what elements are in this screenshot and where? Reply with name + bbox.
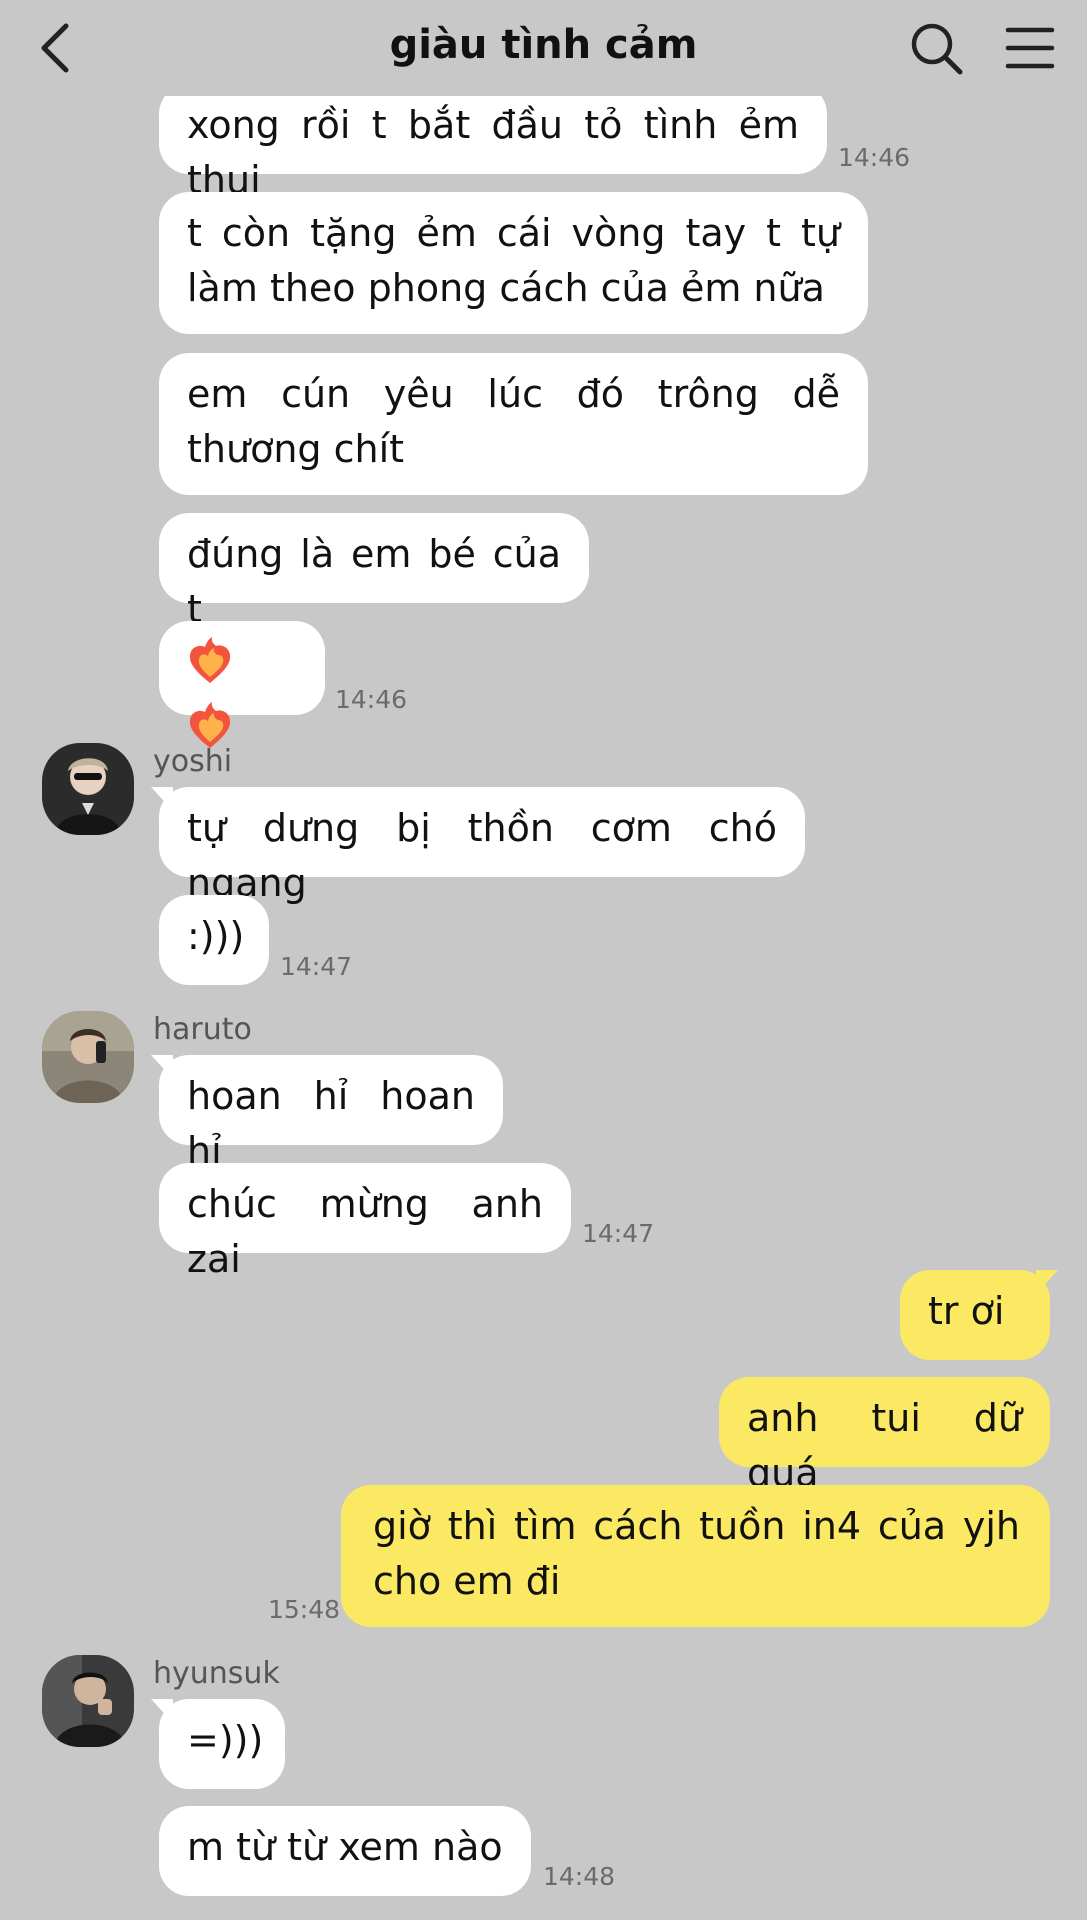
message-bubble[interactable]: t còn tặng ẻm cái vòng tay t tự làm theo… [159,192,868,334]
message-text: em cún yêu lúc đó trông dễ thương chít [187,372,840,471]
message-text: hoan hỉ hoan hỉ [187,1074,475,1173]
message-text: t còn tặng ẻm cái vòng tay t tự làm theo… [187,211,840,310]
message-text: giờ thì tìm cách tuồn in4 của yjh cho em… [373,1504,1020,1603]
message-time: 14:46 [335,685,408,714]
my-message-bubble[interactable]: anh tui dữ quá [719,1377,1050,1495]
message-bubble[interactable]: hoan hỉ hoan hỉ [151,1055,503,1173]
message-time: 15:48 [268,1595,341,1624]
emoji-message-bubble[interactable] [159,621,325,748]
message-bubble[interactable]: tự dưng bị thồn cơm chó ngang [151,787,805,905]
message-text: đúng là em bé của t [187,532,561,631]
message-text: tr ơi [928,1289,1005,1333]
search-icon [911,23,963,75]
chat-header: giàu tình cảm [0,0,1087,96]
menu-button[interactable] [1004,22,1056,74]
my-message-bubble[interactable]: tr ơi [900,1270,1058,1360]
message-time: 14:47 [582,1219,655,1248]
sender-name: haruto [153,1012,252,1047]
message-text: tự dưng bị thồn cơm chó ngang [187,806,777,905]
avatar[interactable] [42,1011,134,1103]
search-button[interactable] [908,20,964,76]
message-text: m từ từ xem nào [187,1825,503,1869]
message-time: 14:48 [543,1862,616,1891]
message-time: 14:46 [838,143,911,172]
message-bubble[interactable]: :))) [159,895,269,985]
message-text: =))) [187,1718,264,1762]
message-bubble[interactable]: =))) [151,1699,285,1789]
hamburger-menu-icon [1005,27,1055,69]
avatar[interactable] [42,743,134,835]
message-bubble[interactable]: em cún yêu lúc đó trông dễ thương chít [159,353,868,495]
message-bubble[interactable]: xong rồi t bắt đầu tỏ tình ẻm thui [159,84,827,202]
message-text: anh tui dữ quá [747,1396,1022,1495]
sender-name: hyunsuk [153,1656,280,1691]
message-time: 14:47 [280,952,353,981]
message-text: chúc mừng anh zai [187,1182,543,1281]
message-text: xong rồi t bắt đầu tỏ tình ẻm thui [187,103,799,202]
my-message-bubble[interactable]: giờ thì tìm cách tuồn in4 của yjh cho em… [341,1485,1050,1627]
heart-on-fire-emoji [187,637,233,702]
message-bubble[interactable]: chúc mừng anh zai [159,1163,571,1281]
avatar[interactable] [42,1655,134,1747]
sender-name: yoshi [153,744,233,779]
message-bubble[interactable]: m từ từ xem nào [159,1806,531,1896]
message-text: :))) [187,914,245,958]
message-bubble[interactable]: đúng là em bé của t [159,513,589,631]
